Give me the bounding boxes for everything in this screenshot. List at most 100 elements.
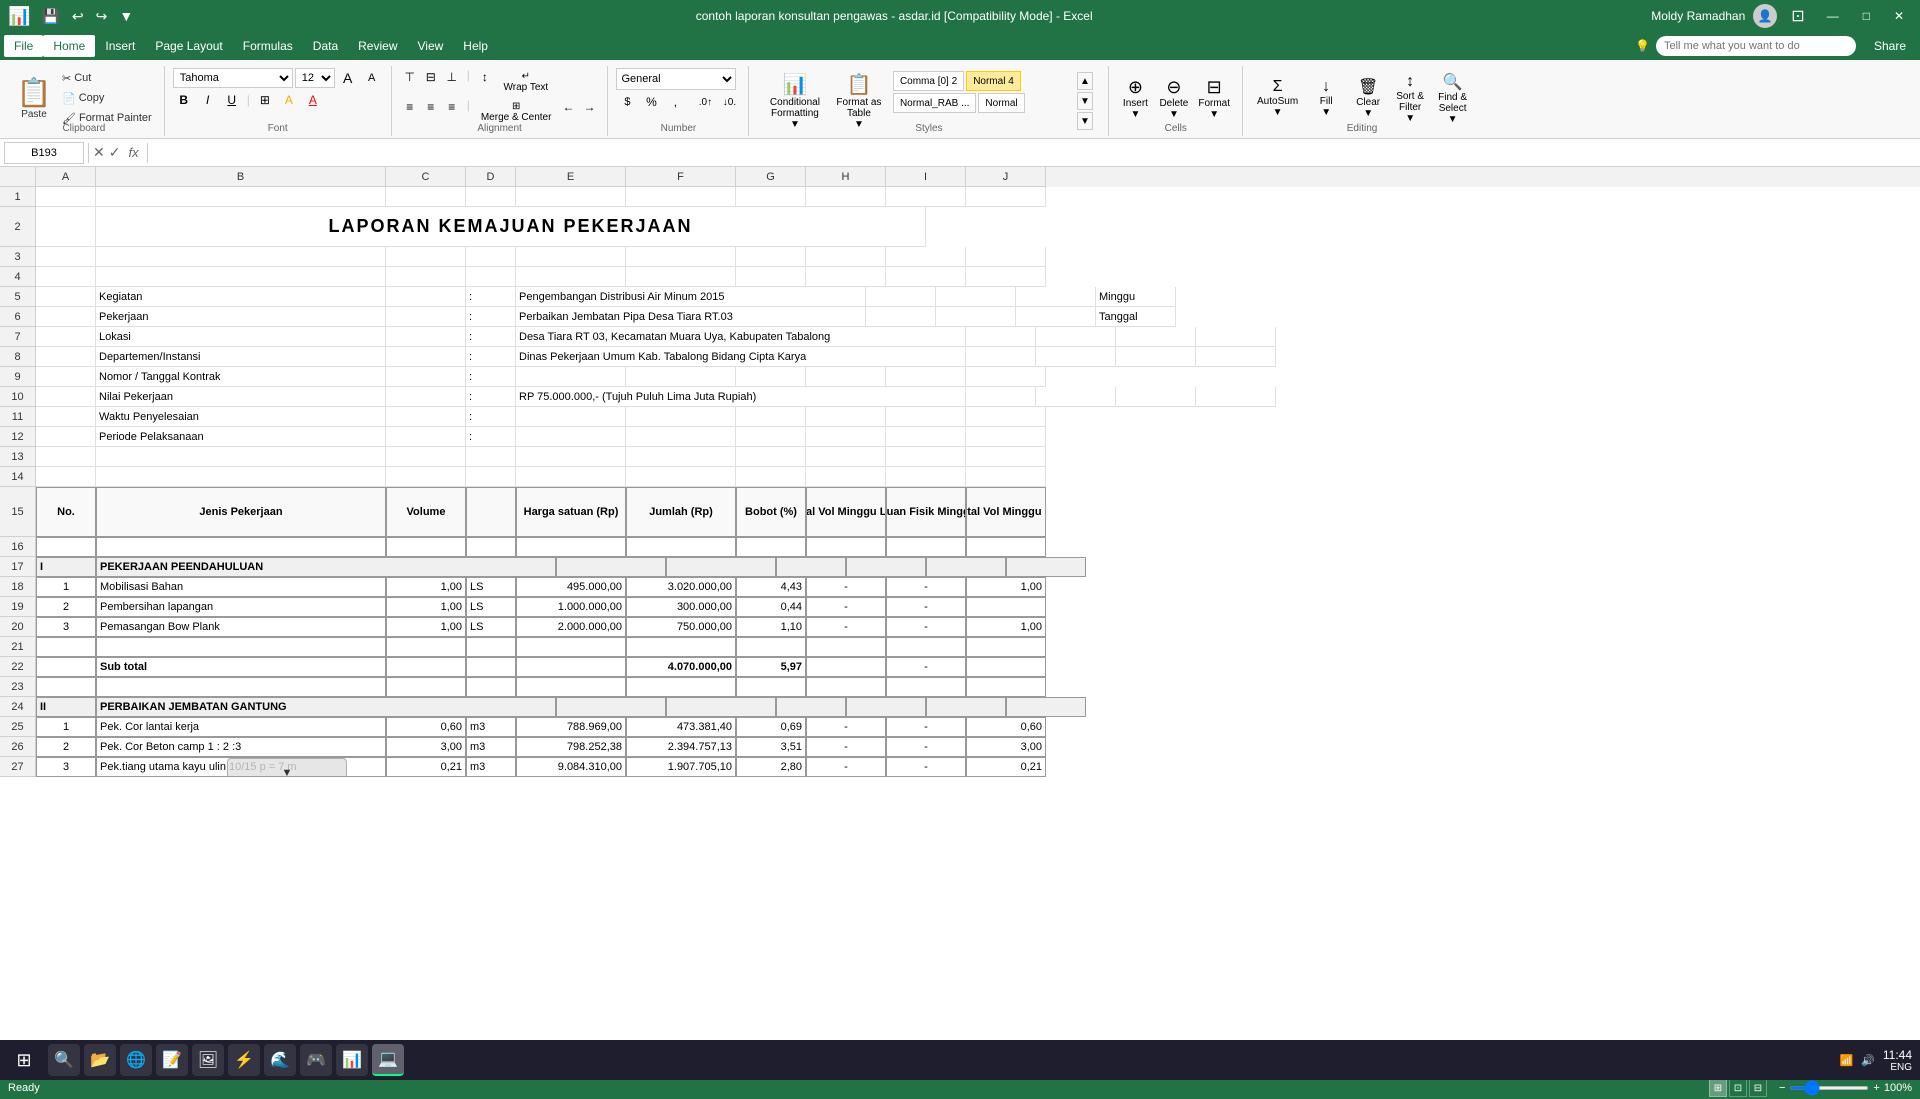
cell-i6[interactable]	[1016, 307, 1096, 327]
cell-j9[interactable]	[966, 367, 1046, 387]
minimize-btn[interactable]: —	[1819, 5, 1847, 27]
cell-g14[interactable]	[736, 467, 806, 487]
cell-c3[interactable]	[386, 247, 466, 267]
cell-i5[interactable]	[1016, 287, 1096, 307]
cell-b15-header[interactable]: Jenis Pekerjaan	[96, 487, 386, 537]
cell-c11[interactable]	[386, 407, 466, 427]
cell-f23[interactable]	[626, 677, 736, 697]
taskbar-bolt-btn[interactable]: ⚡	[228, 1044, 260, 1076]
cell-d25[interactable]: m3	[466, 717, 516, 737]
close-btn[interactable]: ✕	[1886, 5, 1912, 27]
cell-h7[interactable]	[1036, 327, 1116, 347]
row-num-14[interactable]: 14	[0, 467, 36, 487]
cell-h25[interactable]: -	[806, 717, 886, 737]
cell-e1[interactable]	[516, 187, 626, 207]
cell-e25[interactable]: 788.969,00	[516, 717, 626, 737]
cell-d19[interactable]: LS	[466, 597, 516, 617]
cell-d9[interactable]: :	[466, 367, 516, 387]
cell-i23[interactable]	[886, 677, 966, 697]
cell-g15-header[interactable]: Bobot (%)	[736, 487, 806, 537]
cell-i24[interactable]	[926, 697, 1006, 717]
row-num-13[interactable]: 13	[0, 447, 36, 467]
cell-a5[interactable]	[36, 287, 96, 307]
cell-f25[interactable]: 473.381,40	[626, 717, 736, 737]
align-right-btn[interactable]: ≡	[442, 98, 462, 116]
cell-a18[interactable]: 1	[36, 577, 96, 597]
cell-b25[interactable]: Pek. Cor lantai kerja	[96, 717, 386, 737]
cell-c22[interactable]	[386, 657, 466, 677]
cell-i15-header[interactable]: Kemajuan Fisik Minggu lalu	[886, 487, 966, 537]
cell-g1[interactable]	[736, 187, 806, 207]
cell-i27[interactable]: -	[886, 757, 966, 777]
more-quick-btn[interactable]: ▼	[115, 6, 137, 26]
cell-f12[interactable]	[626, 427, 736, 447]
cell-i3[interactable]	[886, 247, 966, 267]
cell-d6[interactable]: :	[466, 307, 516, 327]
cell-f11[interactable]	[626, 407, 736, 427]
cell-b3[interactable]	[96, 247, 386, 267]
cell-g6[interactable]	[866, 307, 936, 327]
cell-f3[interactable]	[626, 247, 736, 267]
cell-a23[interactable]	[36, 677, 96, 697]
cell-g12[interactable]	[736, 427, 806, 447]
taskbar-chart-btn[interactable]: 📊	[336, 1044, 368, 1076]
cell-e4[interactable]	[516, 267, 626, 287]
cell-d1[interactable]	[466, 187, 516, 207]
cell-h24[interactable]	[846, 697, 926, 717]
row-num-1[interactable]: 1	[0, 187, 36, 207]
cell-g10[interactable]	[966, 387, 1036, 407]
number-format-select[interactable]: General Number Currency Accounting Date …	[616, 68, 736, 90]
cell-d5[interactable]: :	[466, 287, 516, 307]
wrap-text-button[interactable]: ↵ Wrap Text	[496, 68, 556, 96]
cell-b2-title[interactable]: LAPORAN KEMAJUAN PEKERJAAN	[96, 207, 926, 247]
cell-f19[interactable]: 300.000,00	[626, 597, 736, 617]
cell-j27[interactable]: 0,21	[966, 757, 1046, 777]
cell-b23[interactable]	[96, 677, 386, 697]
insert-cells-button[interactable]: ⊕ Insert ▼	[1117, 68, 1153, 128]
cell-d21[interactable]	[466, 637, 516, 657]
cell-d16[interactable]	[466, 537, 516, 557]
redo-quick-btn[interactable]: ↪	[92, 6, 112, 27]
cell-b1[interactable]	[96, 187, 386, 207]
cell-d11[interactable]: :	[466, 407, 516, 427]
cell-a19[interactable]: 2	[36, 597, 96, 617]
inc-decimals-btn[interactable]: .0↑	[694, 92, 716, 112]
cell-d8[interactable]: :	[466, 347, 516, 367]
cell-j1[interactable]	[966, 187, 1046, 207]
cell-f9[interactable]	[626, 367, 736, 387]
menu-item-review[interactable]: Review	[348, 35, 407, 57]
cell-e11[interactable]	[516, 407, 626, 427]
merge-center-button[interactable]: ⊞ Merge & Center	[475, 98, 558, 126]
cell-f14[interactable]	[626, 467, 736, 487]
cell-c21[interactable]	[386, 637, 466, 657]
cut-button[interactable]: ✂ Cut	[58, 68, 156, 88]
cell-i18[interactable]: -	[886, 577, 966, 597]
cell-h13[interactable]	[806, 447, 886, 467]
page-layout-view-btn[interactable]: ⊡	[1729, 1079, 1747, 1097]
align-bottom-btn[interactable]: ⊥	[442, 68, 462, 86]
cell-a3[interactable]	[36, 247, 96, 267]
cell-g16[interactable]	[736, 537, 806, 557]
cell-c14[interactable]	[386, 467, 466, 487]
cell-c10[interactable]	[386, 387, 466, 407]
cell-j22[interactable]	[966, 657, 1046, 677]
cell-j24[interactable]	[1006, 697, 1086, 717]
cell-b8[interactable]: Departemen/Instansi	[96, 347, 386, 367]
cell-c15-header[interactable]: Volume	[386, 487, 466, 537]
cell-h9[interactable]	[806, 367, 886, 387]
row-num-9[interactable]: 9	[0, 367, 36, 387]
insert-function-btn[interactable]: fx	[124, 145, 142, 160]
col-header-j[interactable]: J	[966, 167, 1046, 187]
col-header-f[interactable]: F	[626, 167, 736, 187]
cell-e19[interactable]: 1.000.000,00	[516, 597, 626, 617]
cell-j11[interactable]	[966, 407, 1046, 427]
cell-g9[interactable]	[736, 367, 806, 387]
normal-view-btn[interactable]: ⊞	[1709, 1079, 1727, 1097]
cell-h19[interactable]: -	[806, 597, 886, 617]
cell-h15-header[interactable]: Total Vol Minggu Lalu	[806, 487, 886, 537]
enter-formula-btn[interactable]: ✓	[109, 144, 121, 161]
cell-f24[interactable]	[666, 697, 776, 717]
cell-a12[interactable]	[36, 427, 96, 447]
accounting-format-btn[interactable]: $	[616, 92, 638, 112]
cell-c6[interactable]	[386, 307, 466, 327]
